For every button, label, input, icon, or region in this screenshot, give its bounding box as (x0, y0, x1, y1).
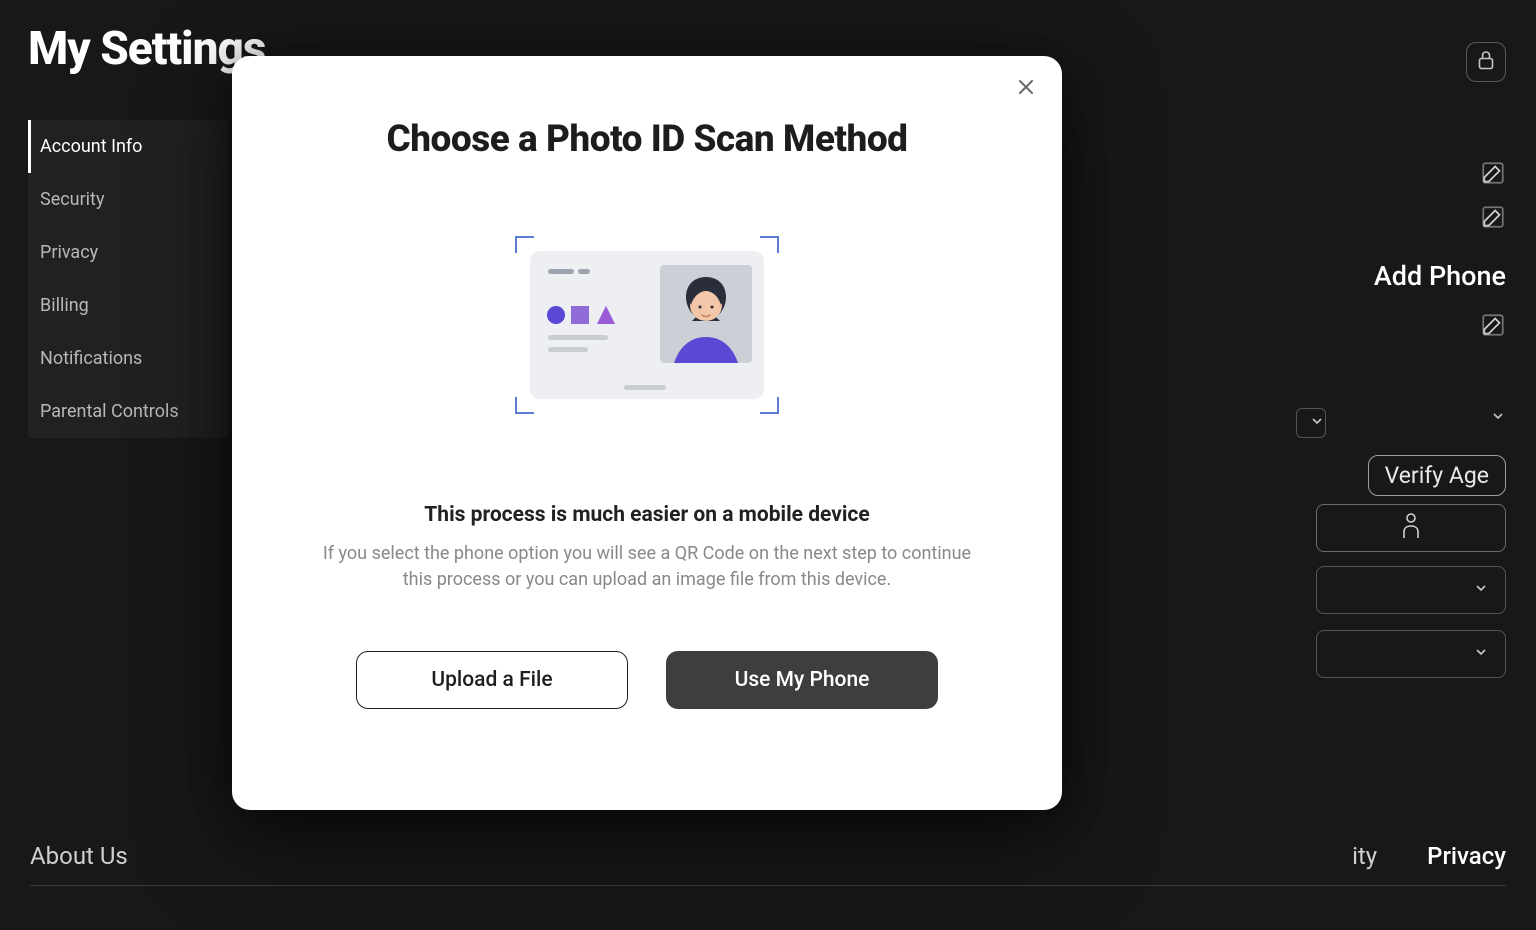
modal-subtitle: This process is much easier on a mobile … (268, 503, 1026, 527)
modal-description: If you select the phone option you will … (318, 541, 976, 593)
use-my-phone-button[interactable]: Use My Phone (666, 651, 938, 709)
modal-title: Choose a Photo ID Scan Method (268, 118, 1026, 161)
modal-close-button[interactable] (1012, 74, 1040, 102)
modal-backdrop: Choose a Photo ID Scan Method (0, 0, 1536, 930)
close-icon (1017, 74, 1035, 102)
photo-id-scan-modal: Choose a Photo ID Scan Method (232, 56, 1062, 810)
modal-button-row: Upload a File Use My Phone (356, 651, 938, 709)
upload-file-button[interactable]: Upload a File (356, 651, 628, 709)
id-card-illustration (268, 235, 1026, 415)
